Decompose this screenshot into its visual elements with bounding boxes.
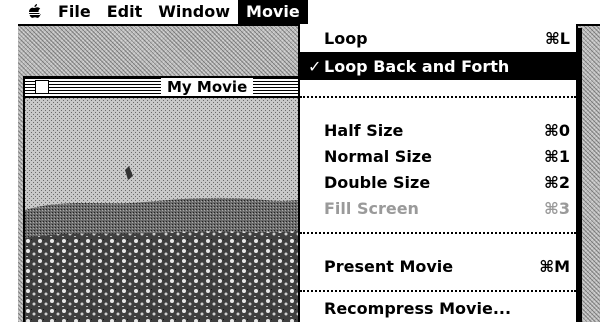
mac-screen: File Edit Window Movie My Movie Loop ⌘L … (18, 0, 600, 322)
menu-item-shortcut: ⌘3 (544, 198, 570, 218)
menu-edit[interactable]: Edit (99, 0, 151, 24)
menu-divider (300, 96, 576, 98)
menu-divider (300, 232, 576, 234)
apple-menu[interactable] (18, 0, 50, 24)
menu-item-shortcut: ⌘1 (544, 146, 570, 166)
apple-icon (28, 4, 41, 18)
movie-window: My Movie (23, 76, 313, 322)
menu-item-label: Double Size (324, 172, 431, 192)
menu-movie[interactable]: Movie (238, 0, 308, 24)
menu-item-shortcut: ⌘M (539, 256, 570, 276)
menu-item-shortcut: ⌘2 (544, 172, 570, 192)
menu-item-half-size[interactable]: Half Size ⌘0 (300, 116, 576, 144)
window-title: My Movie (161, 78, 254, 96)
menu-item-label: Loop Back and Forth (324, 56, 510, 76)
menu-item-label: Half Size (324, 120, 404, 140)
menu-item-label: Fill Screen (324, 198, 419, 218)
menu-item-normal-size[interactable]: Normal Size ⌘1 (300, 142, 576, 170)
menu-item-label: Present Movie (324, 256, 454, 276)
menu-item-label: Recompress Movie... (324, 298, 512, 318)
menu-item-loop[interactable]: Loop ⌘L (300, 24, 576, 52)
menu-file[interactable]: File (50, 0, 99, 24)
checkmark-icon: ✓ (308, 56, 322, 76)
menu-bar: File Edit Window Movie (18, 0, 600, 26)
movie-menu-dropdown: Loop ⌘L ✓ Loop Back and Forth Half Size … (298, 24, 578, 322)
menu-item-fill-screen: Fill Screen ⌘3 (300, 194, 576, 222)
menu-item-label: Normal Size (324, 146, 432, 166)
menu-window[interactable]: Window (150, 0, 238, 24)
flower-field-image (25, 98, 311, 322)
menu-item-label: Loop (324, 28, 368, 48)
menu-item-shortcut: ⌘L (544, 28, 570, 48)
movie-frame (25, 98, 311, 322)
menu-item-present-movie[interactable]: Present Movie ⌘M (300, 252, 576, 280)
menu-item-recompress-movie[interactable]: Recompress Movie... (300, 294, 576, 322)
menu-item-double-size[interactable]: Double Size ⌘2 (300, 168, 576, 196)
menu-item-shortcut: ⌘0 (544, 120, 570, 140)
menu-item-loop-back-and-forth[interactable]: ✓ Loop Back and Forth (300, 52, 576, 80)
close-box-icon[interactable] (35, 80, 49, 94)
menu-divider (300, 290, 576, 292)
window-titlebar[interactable]: My Movie (25, 78, 311, 98)
